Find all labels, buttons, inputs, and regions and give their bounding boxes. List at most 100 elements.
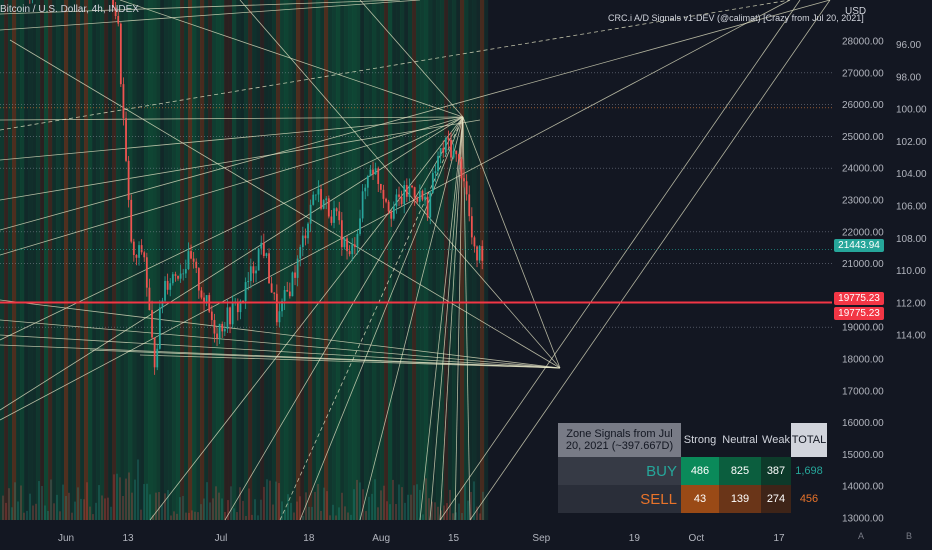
candle [249, 266, 252, 281]
indicator-tick-label: 108.00 [896, 234, 927, 245]
zone-stripe [176, 0, 181, 520]
candle [229, 307, 231, 325]
candle [301, 235, 304, 248]
candle [291, 272, 294, 297]
zone-stripe [112, 0, 117, 520]
volume-bar [428, 498, 430, 520]
zone-stripe [240, 0, 245, 520]
indicator-title[interactable]: CRC.i A/D Signals v1-DEV (@calimat) [Cra… [608, 13, 864, 23]
candle [203, 297, 205, 303]
zone-stripe [24, 0, 29, 520]
last-price-tag: 21443.94 [834, 239, 884, 252]
indicator-tick-label: 98.00 [896, 72, 921, 83]
scale-b-button[interactable]: B [906, 531, 912, 541]
indicator-tick-label: 96.00 [896, 40, 921, 51]
candle [177, 275, 179, 279]
zone-stripe [88, 0, 93, 520]
volume-bar [404, 502, 406, 520]
zone-stripe [100, 0, 105, 520]
chart-title[interactable]: Bitcoin / U.S. Dollar, 4h, INDEX [0, 4, 139, 15]
candle [205, 295, 208, 303]
candle [395, 194, 398, 207]
volume-bar [416, 484, 418, 520]
price-tick-label: 28000.00 [842, 37, 884, 48]
volume-bar [299, 496, 301, 520]
price-tick-label: 26000.00 [842, 100, 884, 111]
row-buy-neutral: 825 [719, 457, 761, 485]
volume-bar [125, 478, 127, 520]
zone-stripe [368, 0, 373, 520]
zone-stripe [308, 0, 313, 520]
table-header-weak: Weak [761, 423, 791, 457]
zone-stripe [32, 0, 37, 520]
candle [218, 323, 221, 339]
zone-stripe [12, 0, 17, 520]
candle [148, 287, 151, 311]
candle [320, 188, 322, 209]
zone-stripe [68, 0, 73, 520]
volume-bar [155, 492, 157, 520]
volume-bar [254, 499, 256, 520]
candle [270, 283, 273, 293]
time-tick-label: 17 [773, 533, 785, 544]
volume-bar [323, 487, 325, 520]
candle [273, 292, 276, 294]
volume-bar [218, 492, 220, 520]
candle [379, 183, 382, 190]
candle [398, 194, 400, 197]
indicator-tick-label: 104.00 [896, 169, 927, 180]
candle [307, 223, 309, 239]
time-axis[interactable]: Jun 13 Jul 18 Aug 15 Sep 19 Oct 17 [0, 522, 932, 550]
candle [260, 242, 263, 249]
volume-bar [101, 495, 103, 520]
volume-bar [230, 486, 232, 520]
zone-stripe [252, 0, 257, 520]
zone-stripe [420, 0, 425, 520]
volume-bar [62, 484, 64, 520]
volume-bar [278, 483, 280, 520]
zone-stripe [168, 0, 173, 520]
scale-a-button[interactable]: A [858, 531, 864, 541]
volume-bar [329, 515, 331, 520]
candle [460, 159, 463, 179]
indicator-tick-label: 110.00 [896, 266, 926, 277]
zone-stripe [388, 0, 393, 520]
volume-bar [395, 504, 397, 520]
zone-stripe [340, 0, 345, 520]
candle [382, 189, 385, 199]
price-axis[interactable]: 28000.00 27000.00 26000.00 25000.00 24000.00… [833, 0, 932, 550]
candle [216, 333, 218, 339]
zone-stripe [44, 0, 49, 520]
candle [143, 252, 146, 258]
volume-bar [422, 514, 424, 520]
zone-stripe [380, 0, 385, 520]
candle [257, 248, 260, 271]
candle [478, 246, 481, 261]
volume-bar [326, 491, 328, 520]
candle [130, 199, 133, 242]
volume-bar [41, 485, 43, 520]
indicator-tick-label: 114.00 [896, 331, 926, 342]
zone-stripe [20, 0, 25, 520]
candle [418, 190, 421, 202]
zone-stripe [4, 0, 9, 520]
volume-bar [110, 506, 112, 520]
volume-bar [260, 499, 262, 520]
volume-bar [119, 477, 121, 520]
candle [125, 118, 127, 161]
zone-stripe [232, 0, 237, 520]
volume-bar [332, 504, 334, 520]
volume-bar [2, 495, 4, 520]
candle [132, 241, 135, 256]
volume-bar [338, 507, 340, 520]
row-buy-label: BUY [558, 457, 681, 485]
candle [242, 300, 244, 302]
indicator-tick-label: 102.00 [896, 137, 927, 148]
zone-stripe [80, 0, 85, 520]
candle [387, 201, 390, 212]
volume-bar [407, 494, 409, 520]
volume-bar [197, 512, 199, 520]
volume-bar [176, 513, 178, 520]
volume-bar [71, 512, 73, 520]
row-sell-strong: 43 [681, 485, 719, 513]
